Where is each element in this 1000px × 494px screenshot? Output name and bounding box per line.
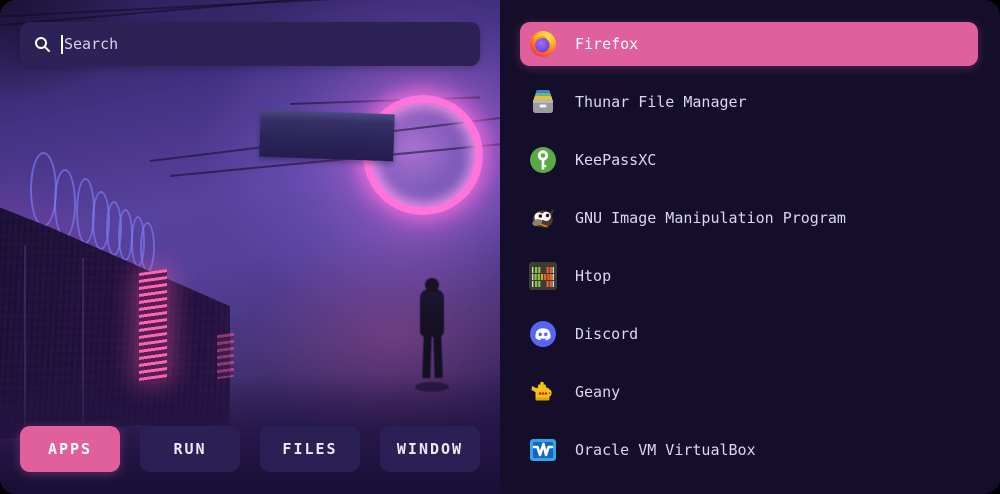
app-row-virtualbox[interactable]: Oracle VM VirtualBox bbox=[520, 428, 978, 472]
search-bar[interactable] bbox=[20, 22, 480, 66]
tab-apps[interactable]: APPS bbox=[20, 426, 120, 472]
ring-chain bbox=[54, 169, 76, 238]
keepassxc-icon bbox=[529, 146, 557, 174]
tab-files[interactable]: FILES bbox=[260, 426, 360, 472]
app-label: Oracle VM VirtualBox bbox=[575, 441, 756, 459]
tab-run[interactable]: RUN bbox=[140, 426, 240, 472]
neon-shutter bbox=[139, 269, 167, 383]
billboard-sign bbox=[259, 110, 395, 162]
neon-shutter bbox=[217, 333, 234, 379]
app-label: Firefox bbox=[575, 35, 638, 53]
geany-icon bbox=[529, 378, 557, 406]
app-row-htop[interactable]: Htop bbox=[520, 254, 978, 298]
launcher-window: APPS RUN FILES WINDOW bbox=[0, 0, 1000, 494]
app-row-keepassxc[interactable]: KeePassXC bbox=[520, 138, 978, 182]
tab-bar: APPS RUN FILES WINDOW bbox=[20, 426, 480, 472]
app-label: Discord bbox=[575, 325, 638, 343]
app-label: Thunar File Manager bbox=[575, 93, 747, 111]
search-icon bbox=[34, 36, 51, 53]
ring-chain bbox=[30, 152, 57, 227]
app-label: GNU Image Manipulation Program bbox=[575, 209, 846, 227]
app-list: Firefox Thunar File Manager bbox=[500, 0, 1000, 494]
launcher-left-panel: APPS RUN FILES WINDOW bbox=[0, 0, 500, 494]
app-label: Htop bbox=[575, 267, 611, 285]
search-input[interactable] bbox=[64, 35, 466, 53]
app-row-gimp[interactable]: GNU Image Manipulation Program bbox=[520, 196, 978, 240]
app-row-thunar[interactable]: Thunar File Manager bbox=[520, 80, 978, 124]
firefox-icon bbox=[529, 30, 557, 58]
app-row-firefox[interactable]: Firefox bbox=[520, 22, 978, 66]
background-art bbox=[0, 0, 500, 494]
app-label: KeePassXC bbox=[575, 151, 656, 169]
app-row-discord[interactable]: Discord bbox=[520, 312, 978, 356]
gimp-icon bbox=[529, 204, 557, 232]
htop-icon bbox=[529, 262, 557, 290]
virtualbox-icon bbox=[529, 436, 557, 464]
discord-icon bbox=[529, 320, 557, 348]
app-label: Geany bbox=[575, 383, 620, 401]
app-row-geany[interactable]: Geany bbox=[520, 370, 978, 414]
ring-chain bbox=[140, 222, 155, 272]
tab-window[interactable]: WINDOW bbox=[380, 426, 480, 472]
thunar-icon bbox=[529, 88, 557, 116]
text-caret bbox=[61, 35, 63, 54]
